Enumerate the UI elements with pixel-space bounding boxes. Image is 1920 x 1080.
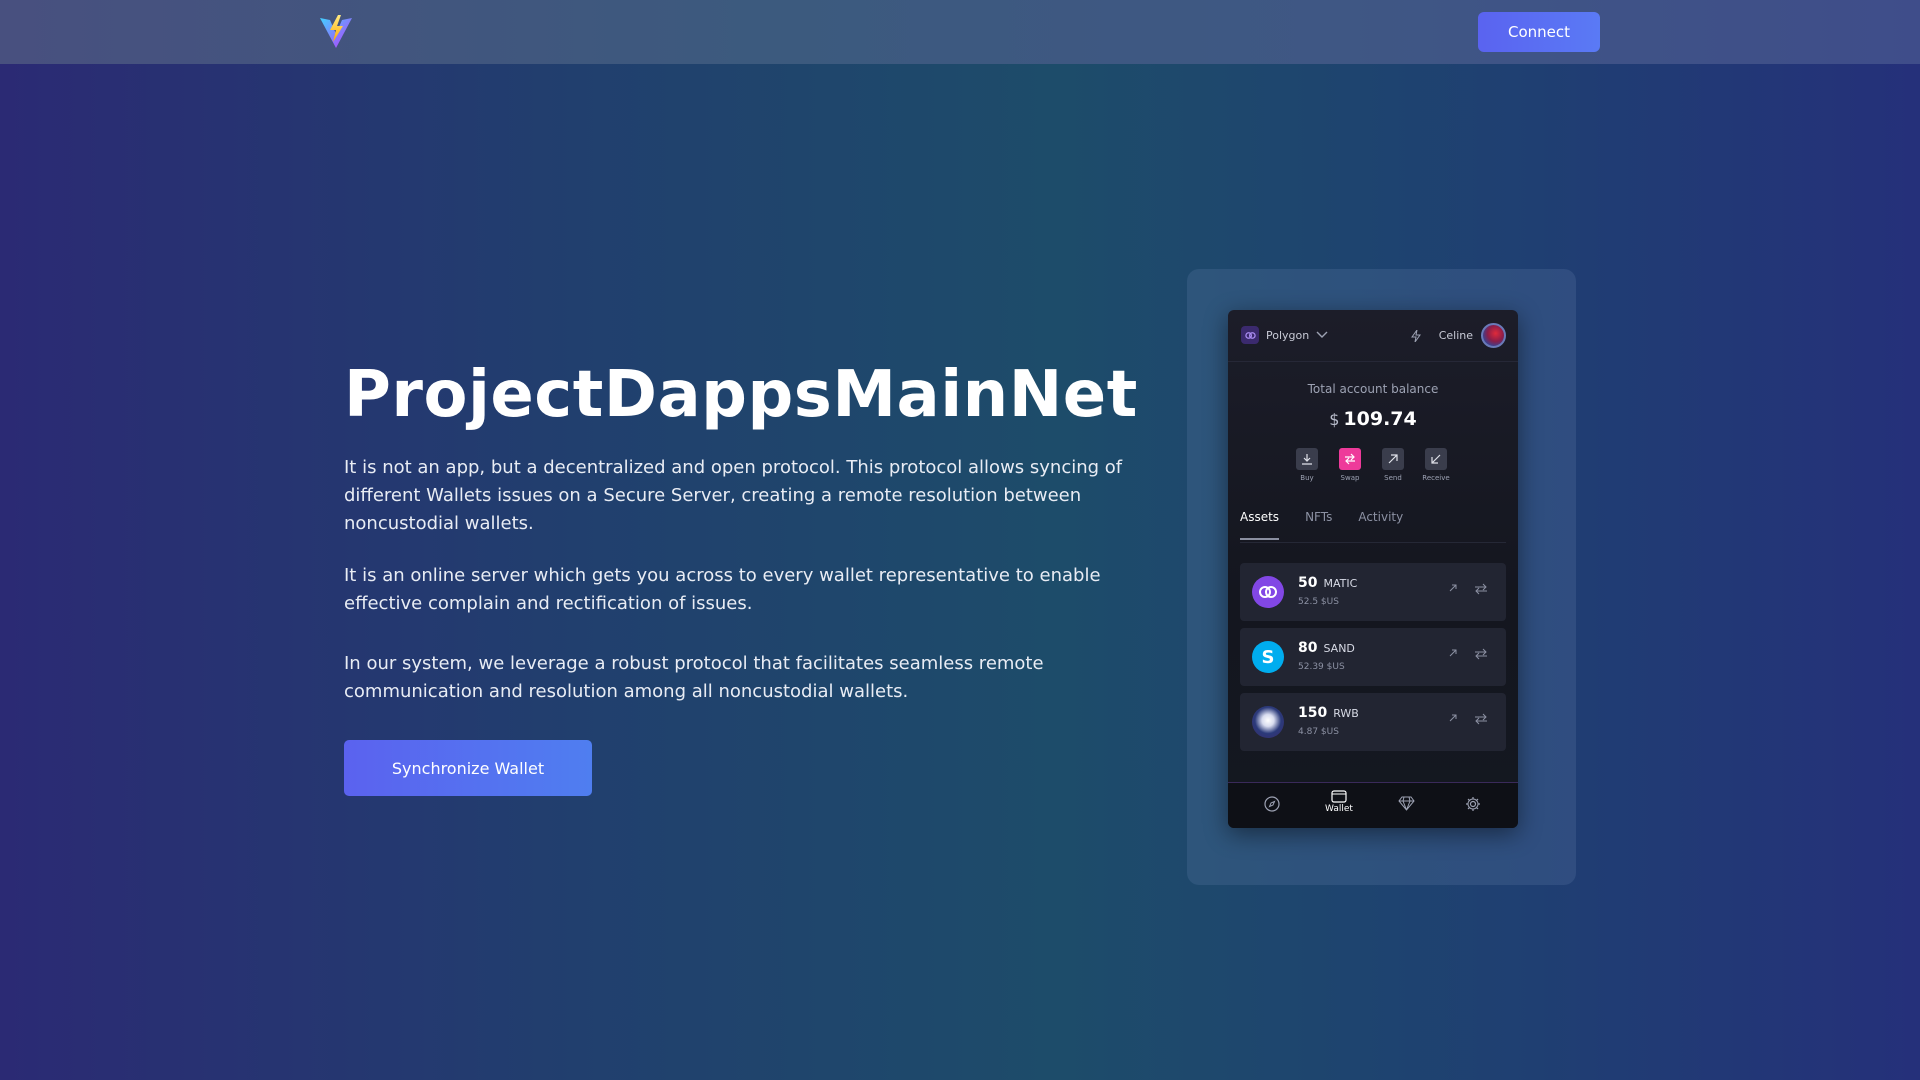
arrow-up-right-icon — [1388, 454, 1398, 464]
buy-label: Buy — [1300, 474, 1314, 482]
currency-symbol: $ — [1329, 410, 1340, 429]
send-icon[interactable] — [1448, 583, 1458, 593]
balance-label: Total account balance — [1307, 382, 1439, 396]
hero-paragraph-2: It is an online server which gets you ac… — [344, 565, 1101, 614]
asset-usd-value: 4.87 $US — [1298, 727, 1339, 737]
network-name: Polygon — [1266, 328, 1310, 342]
connect-button[interactable]: Connect — [1478, 12, 1600, 52]
gear-icon — [1466, 797, 1480, 811]
wallet-preview-panel: Polygon Celine Total account balance $10… — [1187, 269, 1576, 885]
asset-symbol: MATIC — [1323, 577, 1358, 590]
list-item[interactable]: S 80 SAND 52.39 $US — [1240, 628, 1506, 686]
swap-icon[interactable] — [1474, 583, 1488, 595]
send-icon[interactable] — [1448, 648, 1458, 658]
nav-wallet[interactable]: Wallet — [1325, 789, 1353, 814]
sand-icon: S — [1252, 641, 1284, 673]
receive-label: Receive — [1422, 474, 1450, 482]
arrow-down-left-icon — [1431, 454, 1441, 464]
total-balance: $109.74 — [1228, 408, 1518, 430]
asset-usd-value: 52.39 $US — [1298, 662, 1345, 672]
nav-wallet-label: Wallet — [1325, 804, 1353, 814]
wallet-tabs: Assets NFTs Activity — [1240, 510, 1403, 540]
polygon-icon — [1241, 326, 1259, 344]
lightning-icon[interactable] — [1410, 329, 1421, 342]
asset-symbol: SAND — [1323, 642, 1355, 655]
page-title: ProjectDappsMainNet — [344, 358, 1138, 432]
tab-nfts[interactable]: NFTs — [1305, 510, 1332, 540]
swap-label: Swap — [1340, 474, 1360, 482]
wallet-actions: Buy Swap Send Receive — [1296, 448, 1450, 482]
chevron-down-icon — [1316, 331, 1328, 338]
asset-amount: 150 — [1298, 705, 1328, 721]
compass-icon — [1264, 796, 1280, 812]
tab-activity[interactable]: Activity — [1358, 510, 1403, 540]
bottom-navigation: Wallet — [1228, 782, 1518, 828]
user-name: Celine — [1438, 329, 1473, 342]
asset-amount: 50 — [1298, 575, 1318, 591]
lightning-v-logo[interactable] — [318, 14, 354, 50]
matic-icon — [1252, 576, 1284, 608]
swap-icon — [1345, 453, 1355, 465]
asset-usd-value: 52.5 $US — [1298, 597, 1339, 607]
nav-nfts[interactable] — [1398, 796, 1415, 811]
top-navigation-bar: Connect — [0, 0, 1920, 64]
asset-symbol: RWB — [1333, 707, 1359, 720]
list-item[interactable]: 50 MATIC 52.5 $US — [1240, 563, 1506, 621]
tabs-divider — [1240, 542, 1506, 543]
asset-amount: 80 — [1298, 640, 1318, 656]
unicorn-icon — [1252, 706, 1284, 738]
nav-settings[interactable] — [1465, 796, 1481, 812]
send-icon[interactable] — [1448, 713, 1458, 723]
hero-paragraph-3: In our system, we leverage a robust prot… — [344, 653, 1044, 702]
buy-button[interactable]: Buy — [1296, 448, 1318, 482]
nav-explore[interactable] — [1264, 796, 1280, 812]
list-item[interactable]: 150 RWB 4.87 $US — [1240, 693, 1506, 751]
download-icon — [1302, 454, 1312, 465]
swap-icon[interactable] — [1474, 648, 1488, 660]
swap-button[interactable]: Swap — [1339, 448, 1361, 482]
user-menu[interactable]: Celine — [1410, 323, 1506, 348]
balance-value: 109.74 — [1343, 408, 1417, 430]
network-selector[interactable]: Polygon — [1241, 326, 1328, 344]
send-button[interactable]: Send — [1382, 448, 1404, 482]
synchronize-wallet-button[interactable]: Synchronize Wallet — [344, 740, 592, 796]
send-label: Send — [1384, 474, 1402, 482]
wallet-mockup: Polygon Celine Total account balance $10… — [1228, 310, 1518, 828]
wallet-header: Polygon Celine — [1228, 310, 1518, 362]
wallet-icon — [1331, 790, 1347, 803]
avatar[interactable] — [1481, 323, 1506, 348]
hero-paragraph-1: It is not an app, but a decentralized an… — [344, 457, 1123, 534]
hero-section: ProjectDappsMainNet It is not an app, bu… — [344, 350, 1144, 796]
swap-icon[interactable] — [1474, 713, 1488, 725]
receive-button[interactable]: Receive — [1422, 448, 1450, 482]
diamond-icon — [1398, 796, 1415, 811]
tab-assets[interactable]: Assets — [1240, 510, 1280, 540]
